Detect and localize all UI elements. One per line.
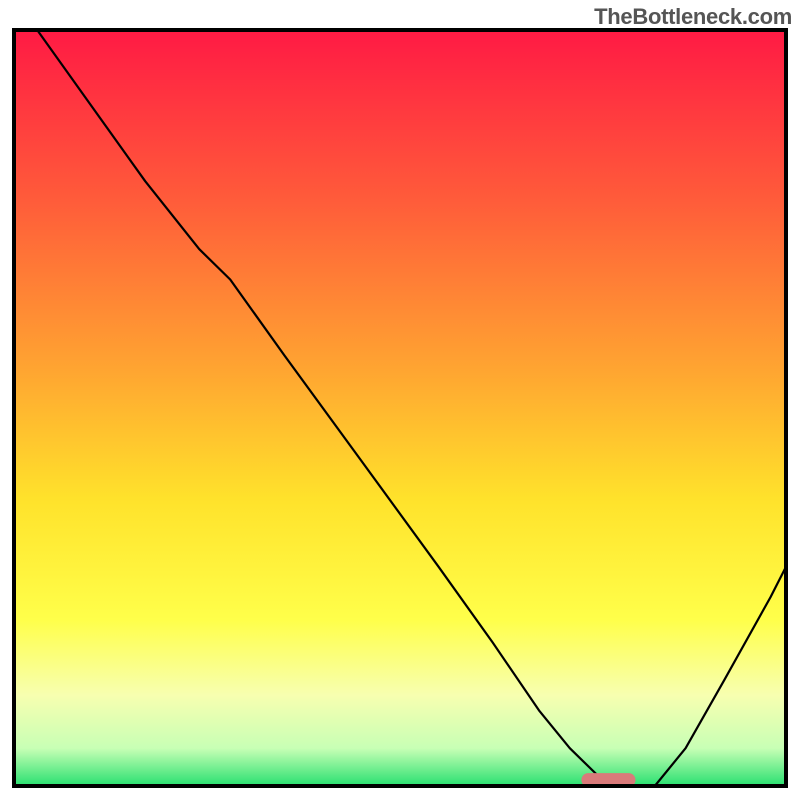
gradient-background [14, 30, 786, 786]
watermark-text: TheBottleneck.com [594, 4, 792, 30]
bottleneck-chart: TheBottleneck.com [0, 0, 800, 800]
chart-svg [0, 0, 800, 800]
